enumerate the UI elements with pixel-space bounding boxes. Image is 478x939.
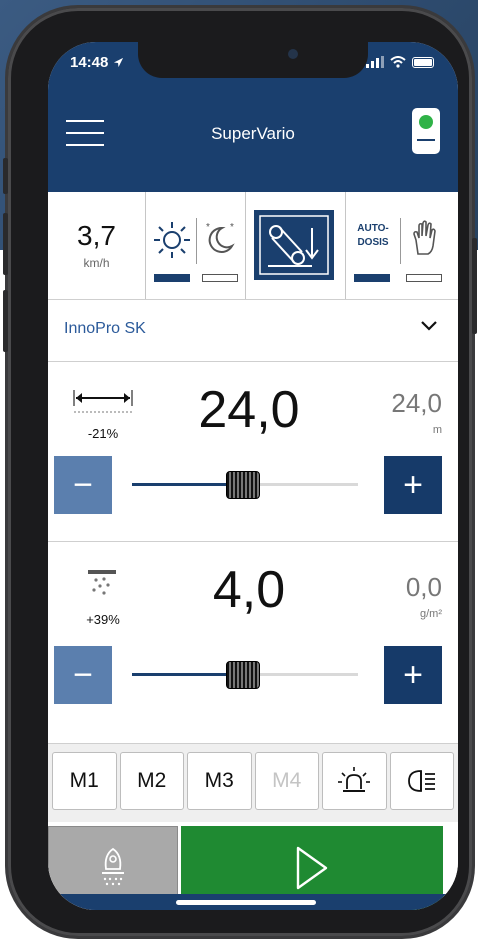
width-plus-button[interactable]: +	[384, 456, 442, 514]
product-selector[interactable]: InnoPro SK	[48, 300, 458, 362]
speed-unit: km/h	[83, 256, 110, 270]
auto-dosis-toggle[interactable]: AUTO- DOSIS	[346, 192, 458, 299]
mute-switch	[3, 158, 8, 194]
auto-indicator	[354, 274, 390, 282]
sun-icon	[154, 222, 190, 258]
home-indicator	[48, 894, 458, 910]
spreader-icon	[102, 847, 124, 886]
beacon-icon	[338, 767, 371, 792]
app-header: SuperVario	[48, 90, 458, 192]
rate-minus-button[interactable]: −	[54, 646, 112, 704]
memory-m4-button[interactable]: M4	[254, 752, 319, 810]
device-status-icon[interactable]	[412, 108, 440, 154]
volume-down-button	[3, 290, 8, 352]
battery-icon	[412, 56, 434, 68]
spread-rate-icon	[88, 570, 116, 595]
rate-actual-value: 0,0	[405, 572, 442, 602]
width-icon	[73, 390, 133, 413]
memory-m2-button[interactable]: M2	[119, 752, 184, 810]
lever-icon	[259, 215, 329, 275]
memory-row: M1 M2 M3 M4	[48, 744, 458, 822]
speed-value: 3,7	[77, 220, 116, 251]
product-name: InnoPro SK	[64, 320, 146, 337]
width-actual-unit: m	[432, 424, 442, 436]
system-icons	[366, 56, 434, 68]
rate-value: 4,0	[212, 561, 286, 619]
speed-display: 3,7 km/h	[48, 192, 146, 299]
rate-slider-handle[interactable]	[225, 661, 260, 689]
mode-bar: 3,7 km/h * * AUTO- DOSIS	[48, 192, 458, 300]
status-bar: 14:48	[48, 42, 458, 90]
manual-indicator	[406, 274, 442, 282]
svg-text:*: *	[206, 222, 210, 233]
location-arrow-icon	[113, 57, 123, 68]
width-percent: -21%	[87, 426, 119, 441]
memory-m3-button[interactable]: M3	[187, 752, 252, 810]
svg-text:*: *	[230, 222, 234, 233]
spread-rate-panel: +39% 4,0 0,0 g/m² − +	[48, 542, 458, 744]
memory-m1-button[interactable]: M1	[52, 752, 117, 810]
wifi-icon	[390, 56, 406, 68]
night-indicator	[202, 274, 238, 282]
power-button	[472, 238, 477, 334]
headlight-icon	[407, 770, 435, 792]
cellular-signal-icon	[366, 56, 384, 68]
moon-icon: * *	[206, 222, 235, 253]
width-actual-value: 24,0	[391, 388, 442, 418]
notch	[138, 42, 368, 78]
app-screen: 14:48 SuperVario 3,7 km/h * * AUTO- DOSI…	[48, 42, 458, 910]
working-width-panel: -21% 24,0 24,0 m − +	[48, 362, 458, 542]
rate-percent: +39%	[86, 612, 120, 627]
width-slider-handle[interactable]	[225, 471, 260, 499]
front-camera	[288, 49, 298, 59]
status-time: 14:48	[70, 54, 124, 71]
day-night-toggle[interactable]: * *	[146, 192, 246, 299]
status-led	[419, 115, 433, 129]
chevron-down-icon	[421, 321, 437, 331]
app-title: SuperVario	[211, 124, 295, 143]
play-icon	[296, 846, 328, 890]
day-indicator	[154, 274, 190, 282]
auto-dosis-label: AUTO- DOSIS	[357, 223, 389, 248]
width-slider[interactable]	[132, 470, 358, 500]
rate-slider[interactable]	[132, 660, 358, 690]
width-value: 24,0	[198, 381, 300, 439]
headlight-button[interactable]	[389, 752, 454, 810]
width-minus-button[interactable]: −	[54, 456, 112, 514]
volume-up-button	[3, 213, 8, 275]
rate-actual-unit: g/m²	[420, 608, 442, 620]
rate-plus-button[interactable]: +	[384, 646, 442, 704]
lever-mode-button[interactable]	[246, 192, 346, 299]
beacon-button[interactable]	[322, 752, 387, 810]
hand-icon	[413, 220, 436, 255]
